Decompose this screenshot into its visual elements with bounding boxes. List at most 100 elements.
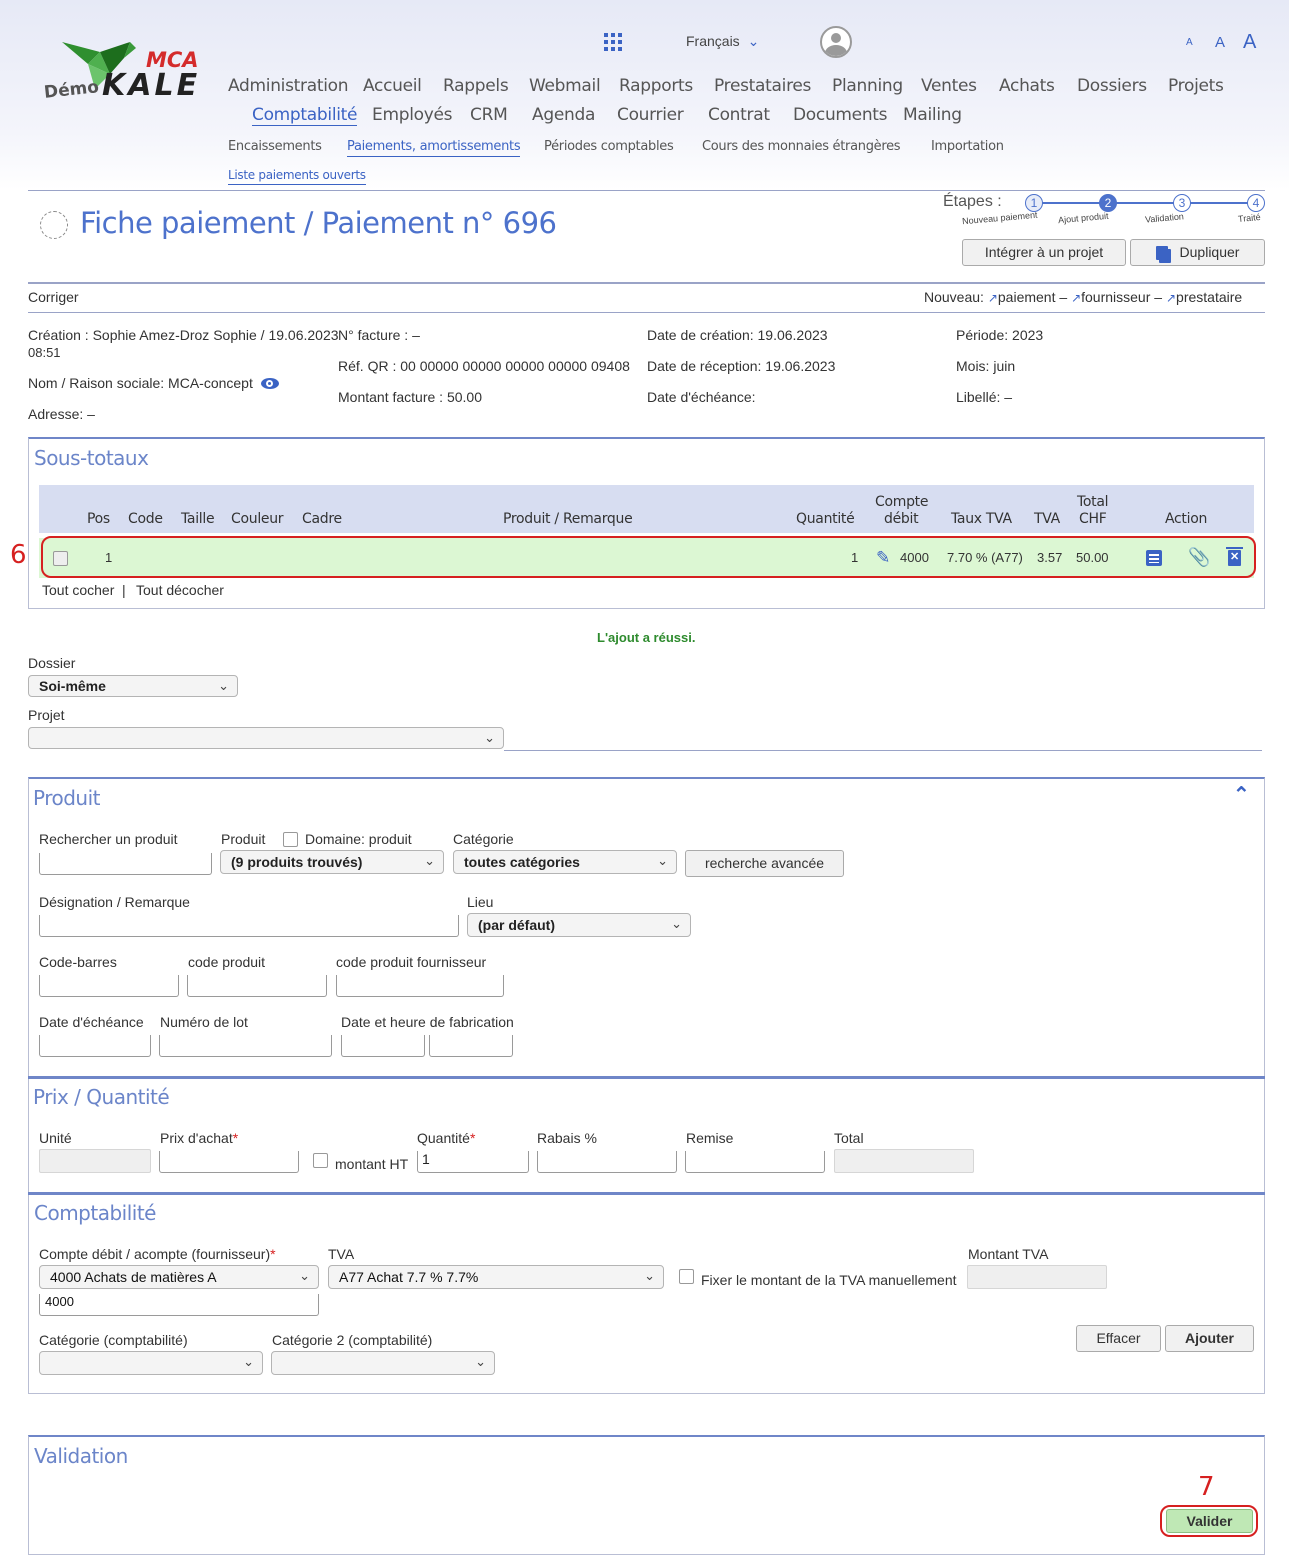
col-total-1: Total xyxy=(1077,494,1109,510)
font-size-large-button[interactable]: A xyxy=(1243,31,1256,54)
domaine-checkbox[interactable] xyxy=(283,832,298,847)
remise-input[interactable] xyxy=(685,1151,825,1173)
step-3-label: Validation xyxy=(1144,211,1185,225)
nav-achats[interactable]: Achats xyxy=(999,76,1055,96)
fixer-tva-checkbox[interactable] xyxy=(679,1269,694,1284)
logo[interactable]: Démo MCA KALE xyxy=(40,34,215,104)
apps-grid-icon[interactable] xyxy=(604,33,622,51)
font-size-medium-button[interactable]: A xyxy=(1215,34,1225,51)
subnav-paiements[interactable]: Paiements, amortissements xyxy=(347,139,521,157)
nav-rapports[interactable]: Rapports xyxy=(619,76,693,96)
compte-select[interactable]: 4000 Achats de matières A ⌄ xyxy=(39,1265,319,1289)
corriger-link[interactable]: Corriger xyxy=(28,289,79,305)
nav-courrier[interactable]: Courrier xyxy=(617,105,684,125)
delete-icon[interactable]: ✕ xyxy=(1226,547,1243,566)
success-message: L'ajout a réussi. xyxy=(597,630,696,645)
nav-employes[interactable]: Employés xyxy=(372,105,453,125)
rechercher-input[interactable] xyxy=(39,853,212,875)
produits-select[interactable]: (9 produits trouvés) ⌄ xyxy=(220,850,444,874)
total-input xyxy=(834,1149,974,1173)
date-fabrication-input[interactable] xyxy=(341,1035,425,1057)
quantite-input[interactable]: 1 xyxy=(417,1151,529,1173)
nouveau-links: Nouveau: ↗paiement – ↗fournisseur – ↗pre… xyxy=(924,289,1242,305)
attachment-icon[interactable]: 📎 xyxy=(1188,548,1210,566)
designation-input[interactable] xyxy=(39,915,459,937)
total-label: Total xyxy=(834,1130,864,1146)
effacer-button[interactable]: Effacer xyxy=(1076,1325,1161,1352)
heure-fabrication-input[interactable] xyxy=(429,1035,513,1057)
language-select[interactable]: Français ⌄ xyxy=(686,33,759,50)
tout-cocher-link[interactable]: Tout cocher xyxy=(42,582,114,598)
nav-projets[interactable]: Projets xyxy=(1168,76,1224,96)
nav-agenda[interactable]: Agenda xyxy=(532,105,595,125)
nav-documents[interactable]: Documents xyxy=(793,105,888,125)
avatar[interactable] xyxy=(820,26,852,58)
nav-dossiers[interactable]: Dossiers xyxy=(1077,76,1147,96)
row-checkbox[interactable] xyxy=(53,551,68,566)
font-size-small-button[interactable]: A xyxy=(1186,37,1193,48)
code-produit-input[interactable] xyxy=(187,975,327,997)
lieu-select[interactable]: (par défaut) ⌄ xyxy=(467,913,691,937)
integrate-project-button[interactable]: Intégrer à un projet xyxy=(962,239,1126,266)
nav-rappels[interactable]: Rappels xyxy=(443,76,509,96)
projet-select[interactable]: ⌄ xyxy=(28,727,504,749)
details-icon[interactable] xyxy=(1146,550,1162,566)
chevron-down-icon: ⌄ xyxy=(299,1268,310,1283)
bar-top-divider xyxy=(28,282,1265,284)
col-tva: TVA xyxy=(1034,511,1060,527)
recherche-avancee-button[interactable]: recherche avancée xyxy=(685,850,844,877)
adresse-info: Adresse: – xyxy=(28,406,95,422)
produits-value: (9 produits trouvés) xyxy=(231,854,363,870)
nav-webmail[interactable]: Webmail xyxy=(529,76,601,96)
unite-input[interactable] xyxy=(39,1149,151,1173)
categorie2-compta-select[interactable]: ⌄ xyxy=(271,1351,495,1375)
new-fournisseur-link[interactable]: fournisseur xyxy=(1081,289,1150,305)
nav-contrat[interactable]: Contrat xyxy=(708,105,770,125)
valider-button[interactable]: Valider xyxy=(1166,1509,1253,1533)
date-echeance-input[interactable] xyxy=(39,1035,151,1057)
categorie-select[interactable]: toutes catégories ⌄ xyxy=(453,850,677,874)
duplicate-button[interactable]: Dupliquer xyxy=(1130,239,1265,266)
nav-mailing[interactable]: Mailing xyxy=(903,105,962,125)
numero-lot-input[interactable] xyxy=(159,1035,332,1057)
nav-comptabilite[interactable]: Comptabilité xyxy=(252,105,358,126)
nav-planning[interactable]: Planning xyxy=(832,76,903,96)
chevron-down-icon: ⌄ xyxy=(484,730,495,745)
subnav-encaissements[interactable]: Encaissements xyxy=(228,139,322,154)
montant-ht-checkbox[interactable] xyxy=(313,1153,328,1168)
code-barres-input[interactable] xyxy=(39,975,179,997)
new-paiement-link[interactable]: paiement xyxy=(998,289,1056,305)
subnav-cours-monnaies[interactable]: Cours des monnaies étrangères xyxy=(702,139,901,154)
pencil-icon[interactable]: ✎ xyxy=(876,549,890,566)
date-echeance: Date d'échéance: xyxy=(647,389,756,405)
ajouter-button[interactable]: Ajouter xyxy=(1165,1325,1254,1352)
tva-select[interactable]: A77 Achat 7.7 % 7.7% ⌄ xyxy=(328,1265,664,1289)
header-divider xyxy=(28,190,1265,191)
nav-prestataires[interactable]: Prestataires xyxy=(714,76,811,96)
categorie-compta-select[interactable]: ⌄ xyxy=(39,1351,263,1375)
code-fournisseur-input[interactable] xyxy=(336,975,504,997)
nav-crm[interactable]: CRM xyxy=(470,105,508,125)
rabais-input[interactable] xyxy=(537,1151,677,1173)
remise-label: Remise xyxy=(686,1130,734,1146)
new-prestataire-link[interactable]: prestataire xyxy=(1176,289,1242,305)
eye-icon[interactable] xyxy=(261,378,279,389)
nav-ventes[interactable]: Ventes xyxy=(921,76,977,96)
subnav-periodes[interactable]: Périodes comptables xyxy=(544,139,674,154)
subnav-liste-paiements-ouverts[interactable]: Liste paiements ouverts xyxy=(228,168,366,185)
nom-info: Nom / Raison sociale: MCA-concept xyxy=(28,375,253,391)
prix-achat-input[interactable] xyxy=(159,1151,299,1173)
tout-decocher-link[interactable]: Tout décocher xyxy=(136,582,224,598)
nav-administration[interactable]: Administration xyxy=(228,76,349,96)
fixer-tva-label: Fixer le montant de la TVA manuellement xyxy=(701,1272,957,1288)
step-4-label: Traité xyxy=(1237,212,1262,224)
compte-input[interactable]: 4000 xyxy=(39,1294,319,1316)
dossier-select[interactable]: Soi-même ⌄ xyxy=(28,675,238,697)
quantite-value: 1 xyxy=(422,1151,430,1167)
tva-value: A77 Achat 7.7 % 7.7% xyxy=(339,1269,479,1285)
logo-brand-main: KALE xyxy=(102,68,201,103)
subnav-importation[interactable]: Importation xyxy=(931,139,1004,154)
nav-accueil[interactable]: Accueil xyxy=(363,76,422,96)
status-circle-icon xyxy=(40,211,68,239)
collapse-chevron-up-icon[interactable]: ⌃ xyxy=(1233,782,1250,807)
